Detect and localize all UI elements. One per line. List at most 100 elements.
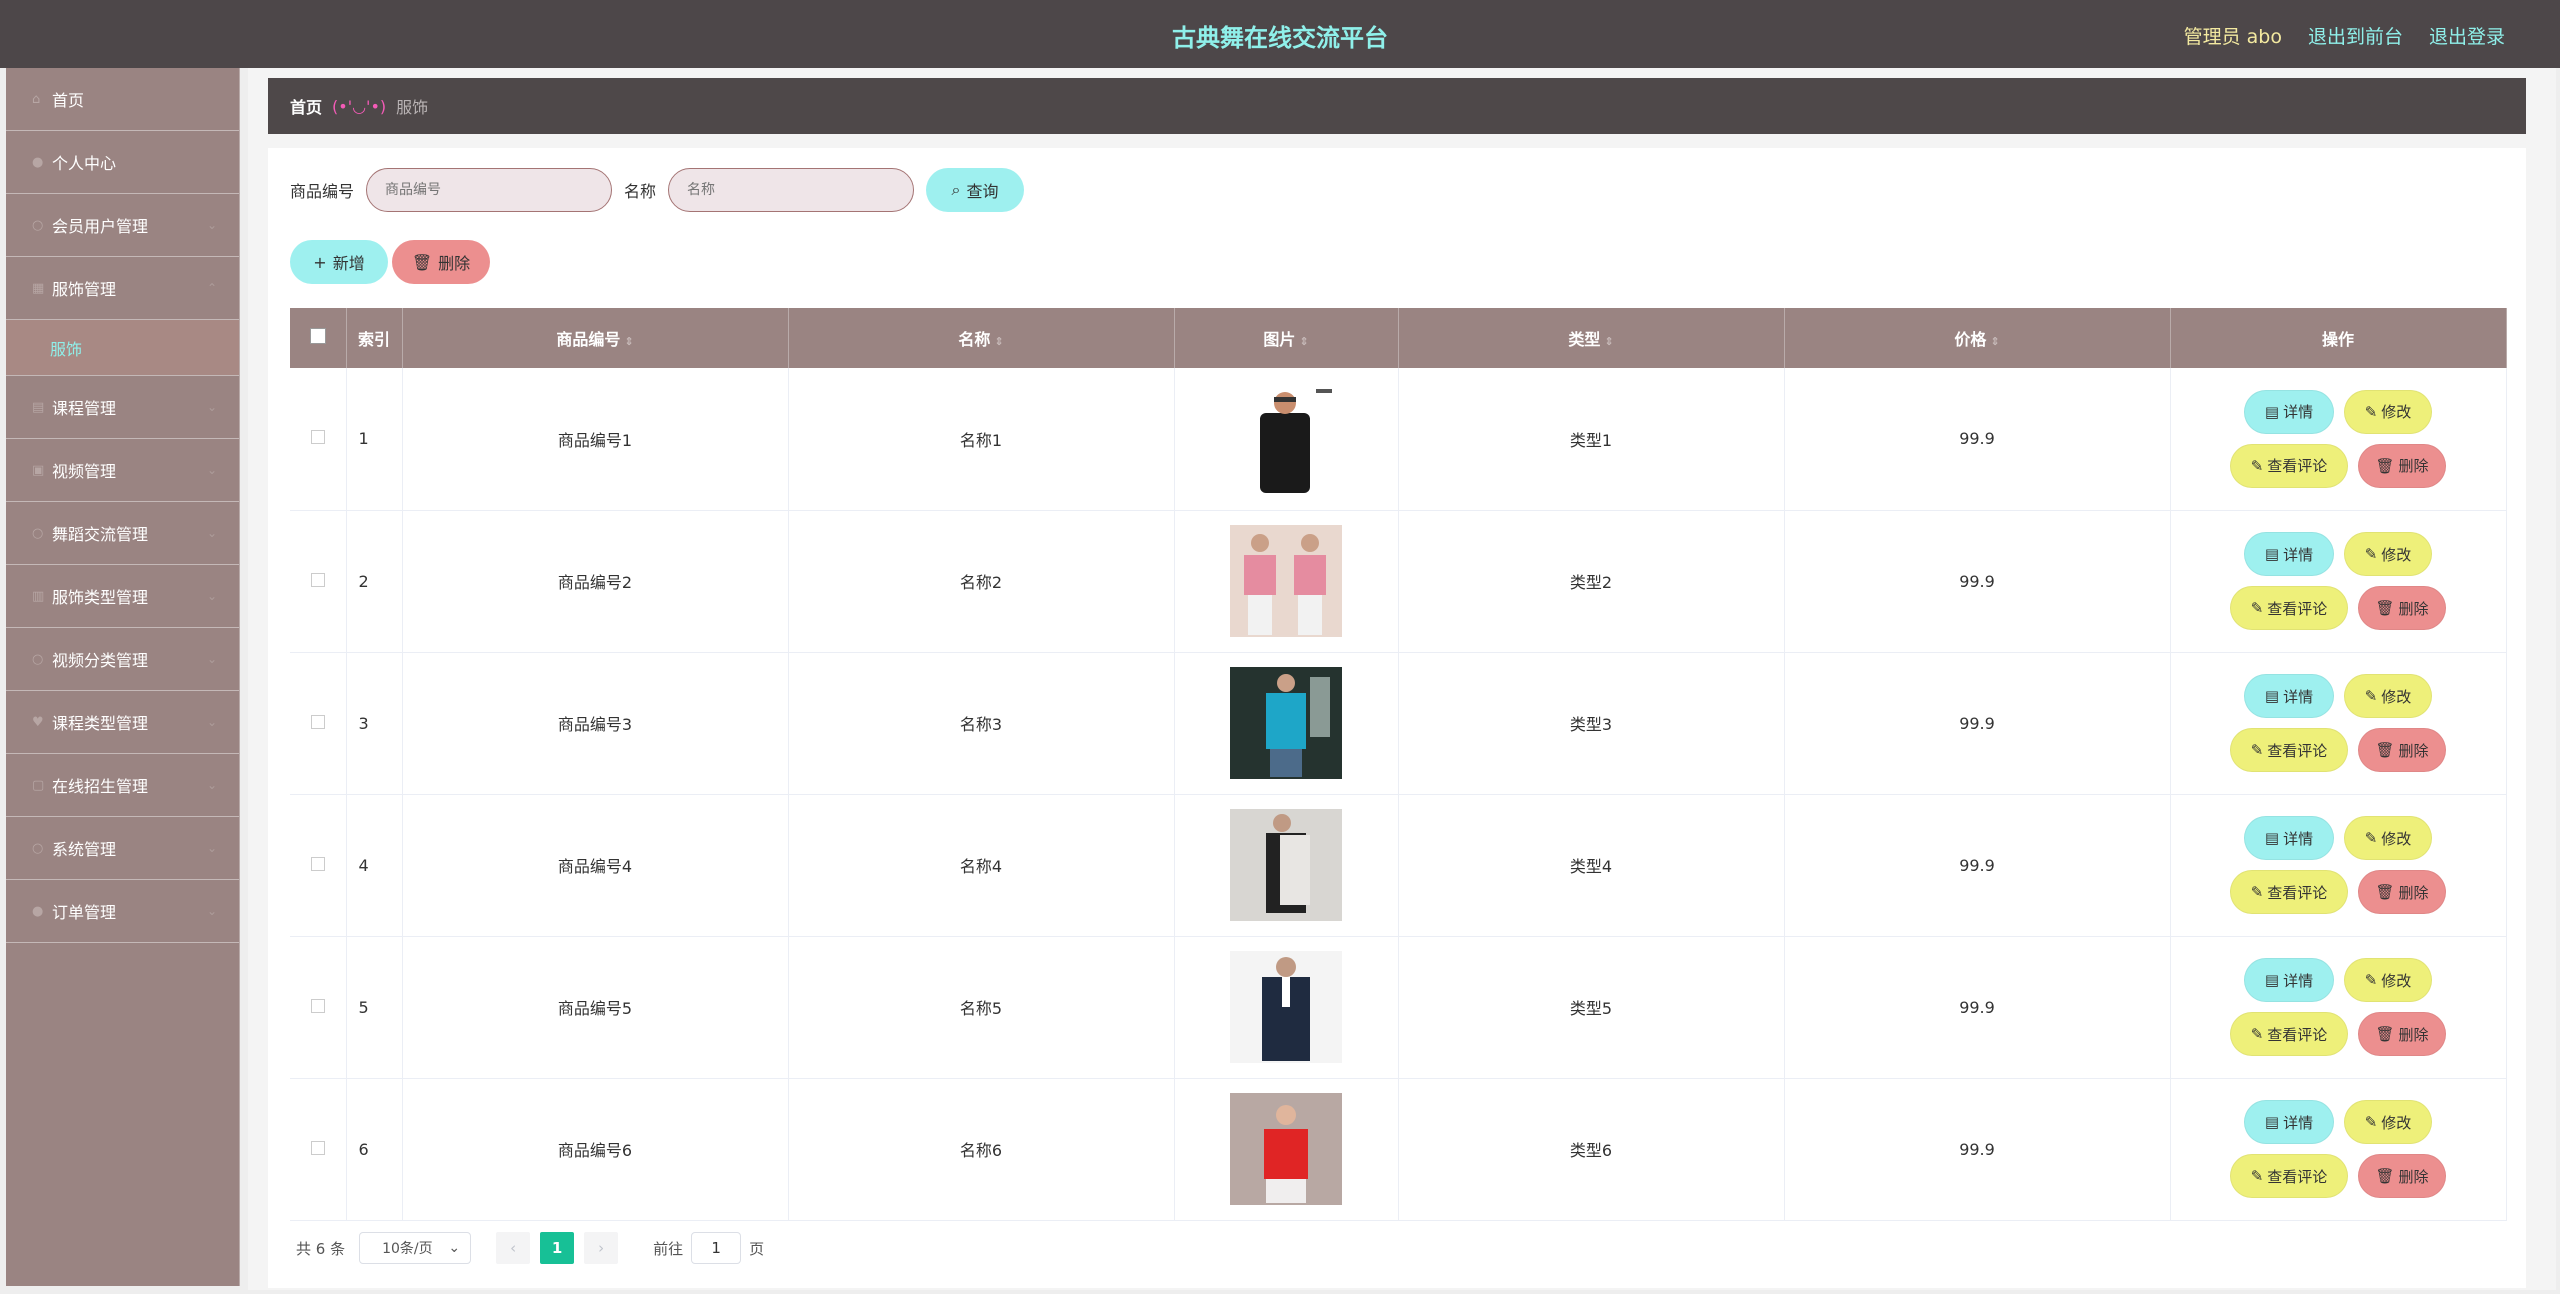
table-row: 1 商品编号1 名称1 类型1 99.9 ▤ 详情 ✎ 修改 ✎ 查看评论 🗑 删除 xyxy=(290,368,2507,511)
view-reviews-button[interactable]: ✎ 查看评论 xyxy=(2230,728,2348,772)
goto-input[interactable]: 1 xyxy=(691,1232,742,1264)
code-input[interactable] xyxy=(366,168,613,212)
sidebar-subitem-clothing[interactable]: 服饰 xyxy=(6,320,239,376)
chevron-up-icon: ⌃ xyxy=(206,281,217,295)
sidebar-item-clothing[interactable]: ▦ 服饰管理 ⌃ xyxy=(6,257,239,320)
row-actions: ▤ 详情 ✎ 修改 ✎ 查看评论 🗑 删除 xyxy=(2171,1100,2506,1198)
course-type-icon: ♥ xyxy=(32,714,44,730)
trash-icon: 🗑 xyxy=(2375,456,2395,475)
view-reviews-button[interactable]: ✎ 查看评论 xyxy=(2230,870,2348,914)
chevron-down-icon: ⌄ xyxy=(448,1240,461,1256)
batch-delete-button[interactable]: 🗑 删除 xyxy=(392,240,490,284)
delete-button[interactable]: 🗑 删除 xyxy=(2358,728,2446,772)
col-price[interactable]: 价格 ⇕ xyxy=(1784,308,2171,368)
detail-button[interactable]: ▤ 详情 xyxy=(2244,532,2334,576)
category-icon: ▥ xyxy=(32,588,45,604)
row-type: 类型3 xyxy=(1398,652,1785,795)
sidebar-item-course[interactable]: ▤ 课程管理 ⌄ xyxy=(6,376,239,439)
table-row: 3 商品编号3 名称3 类型3 99.9 ▤ 详情 ✎ 修改 ✎ 查看评论 🗑 删除 xyxy=(290,652,2507,795)
page-1[interactable]: 1 xyxy=(540,1232,575,1264)
edit-button[interactable]: ✎ 修改 xyxy=(2344,958,2432,1002)
sidebar-item-enroll[interactable]: ▢ 在线招生管理 ⌄ xyxy=(6,754,239,817)
row-checkbox[interactable] xyxy=(310,714,325,729)
sidebar-item-profile[interactable]: ● 个人中心 xyxy=(6,131,239,194)
sidebar-item-video-category[interactable]: ○ 视频分类管理 ⌄ xyxy=(6,628,239,691)
sort-icon: ⇕ xyxy=(624,335,634,348)
col-name[interactable]: 名称 ⇕ xyxy=(788,308,1175,368)
col-code[interactable]: 商品编号 ⇕ xyxy=(402,308,789,368)
goto-prefix: 前往 xyxy=(653,1239,684,1258)
pencil-icon: ✎ xyxy=(2364,829,2378,847)
edit-button[interactable]: ✎ 修改 xyxy=(2344,816,2432,860)
detail-button[interactable]: ▤ 详情 xyxy=(2244,816,2334,860)
row-checkbox[interactable] xyxy=(310,1140,325,1155)
view-reviews-button[interactable]: ✎ 查看评论 xyxy=(2230,1154,2348,1198)
col-image[interactable]: 图片 ⇕ xyxy=(1174,308,1399,368)
sidebar-item-label: 会员用户管理 xyxy=(52,217,149,236)
sidebar-item-course-type[interactable]: ♥ 课程类型管理 ⌄ xyxy=(6,691,239,754)
trash-icon: 🗑 xyxy=(411,252,433,272)
add-button[interactable]: + 新增 xyxy=(290,240,388,284)
sidebar-item-label: 首页 xyxy=(52,91,85,110)
sidebar-item-home[interactable]: ⌂ 首页 xyxy=(6,68,239,131)
breadcrumb: 首页 (•'◡'•) 服饰 xyxy=(268,78,2526,134)
sidebar-item-order[interactable]: ● 订单管理 ⌄ xyxy=(6,880,239,943)
detail-button[interactable]: ▤ 详情 xyxy=(2244,389,2334,434)
trash-icon: 🗑 xyxy=(2375,741,2395,759)
breadcrumb-home[interactable]: 首页 xyxy=(290,94,322,118)
prev-page-button[interactable]: ‹ xyxy=(496,1232,531,1264)
sidebar-item-system[interactable]: ○ 系统管理 ⌄ xyxy=(6,817,239,880)
row-code: 商品编号6 xyxy=(402,1078,789,1221)
query-button[interactable]: ⌕ 查询 xyxy=(926,168,1025,212)
detail-button[interactable]: ▤ 详情 xyxy=(2244,1100,2334,1144)
pagination: 共 6 条 10条/页 ⌄ ‹ 1 › 前往 1 页 xyxy=(296,1232,764,1264)
delete-button[interactable]: 🗑 删除 xyxy=(2358,1012,2446,1056)
edit-button[interactable]: ✎ 修改 xyxy=(2344,1100,2432,1144)
view-reviews-button[interactable]: ✎ 查看评论 xyxy=(2230,586,2348,630)
table-header: 索引 商品编号 ⇕ 名称 ⇕ 图片 ⇕ 类型 ⇕ 价格 ⇕ 操作 xyxy=(290,308,2507,368)
edit-button[interactable]: ✎ 修改 xyxy=(2344,532,2432,576)
sidebar-item-label: 服饰类型管理 xyxy=(52,588,149,607)
view-reviews-button[interactable]: ✎ 查看评论 xyxy=(2230,443,2348,488)
delete-button[interactable]: 🗑 删除 xyxy=(2358,1154,2446,1198)
row-price: 99.9 xyxy=(1784,936,2171,1079)
sidebar-item-label: 系统管理 xyxy=(52,840,117,859)
sidebar-item-dance-chat[interactable]: ○ 舞蹈交流管理 ⌄ xyxy=(6,502,239,565)
edit-button[interactable]: ✎ 修改 xyxy=(2344,674,2432,718)
row-checkbox[interactable] xyxy=(310,430,325,445)
chevron-down-icon: ⌄ xyxy=(206,778,217,792)
select-all-checkbox[interactable] xyxy=(309,328,326,344)
user-label: 管理员 abo xyxy=(2183,26,2282,48)
table-row: 2 商品编号2 名称2 类型2 99.9 ▤ 详情 ✎ 修改 ✎ 查看评论 🗑 删除 xyxy=(290,510,2507,653)
trash-icon: 🗑 xyxy=(2375,883,2395,901)
chevron-down-icon: ⌄ xyxy=(206,904,217,918)
row-actions: ▤ 详情 ✎ 修改 ✎ 查看评论 🗑 删除 xyxy=(2171,532,2506,630)
detail-button[interactable]: ▤ 详情 xyxy=(2244,958,2334,1002)
sidebar-item-clothing-type[interactable]: ▥ 服饰类型管理 ⌄ xyxy=(6,565,239,628)
name-label: 名称 xyxy=(624,182,657,201)
detail-button[interactable]: ▤ 详情 xyxy=(2244,674,2334,718)
edit-button[interactable]: ✎ 修改 xyxy=(2344,389,2432,434)
name-input[interactable] xyxy=(668,168,915,212)
row-checkbox[interactable] xyxy=(310,856,325,871)
delete-button[interactable]: 🗑 删除 xyxy=(2358,870,2446,914)
page-size-select[interactable]: 10条/页 ⌄ xyxy=(359,1232,472,1264)
view-reviews-button[interactable]: ✎ 查看评论 xyxy=(2230,1012,2348,1056)
row-checkbox[interactable] xyxy=(310,998,325,1013)
to-front-link[interactable]: 退出到前台 xyxy=(2308,22,2403,49)
product-image xyxy=(1230,1093,1342,1205)
row-index: 1 xyxy=(346,368,403,511)
next-page-button[interactable]: › xyxy=(584,1232,619,1264)
col-type[interactable]: 类型 ⇕ xyxy=(1398,308,1785,368)
row-checkbox[interactable] xyxy=(310,572,325,587)
delete-button[interactable]: 🗑 删除 xyxy=(2358,443,2446,488)
sidebar-item-video[interactable]: ▣ 视频管理 ⌄ xyxy=(6,439,239,502)
pencil-icon: ✎ xyxy=(2250,1025,2264,1043)
video-icon: ▣ xyxy=(32,462,45,478)
delete-button[interactable]: 🗑 删除 xyxy=(2358,586,2446,630)
document-icon: ▤ xyxy=(2264,402,2280,421)
sidebar-item-members[interactable]: ○ 会员用户管理 ⌄ xyxy=(6,194,239,257)
row-actions: ▤ 详情 ✎ 修改 ✎ 查看评论 🗑 删除 xyxy=(2171,674,2506,772)
logout-link[interactable]: 退出登录 xyxy=(2429,22,2505,49)
table-row: 5 商品编号5 名称5 类型5 99.9 ▤ 详情 ✎ 修改 ✎ 查看评论 🗑 删除 xyxy=(290,936,2507,1079)
